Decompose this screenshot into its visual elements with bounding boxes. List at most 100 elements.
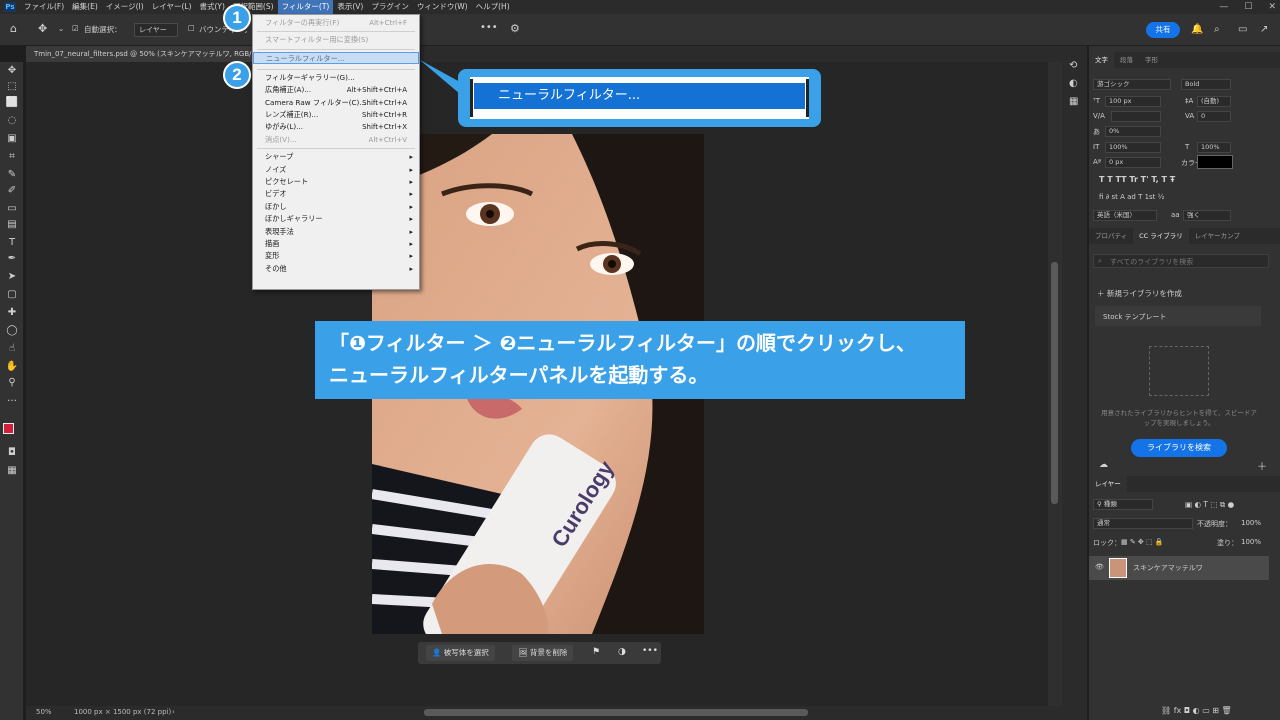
- foreground-color-swatch[interactable]: [3, 423, 14, 434]
- new-library-button[interactable]: ＋ 新規ライブラリを作成: [1097, 288, 1182, 299]
- tab-layer-comps[interactable]: レイヤーカンプ: [1189, 228, 1246, 244]
- text-color-swatch[interactable]: [1197, 155, 1233, 169]
- zoom-tool-icon[interactable]: ⚲: [4, 376, 20, 390]
- remove-background-button[interactable]: 🖼 背景を削除: [512, 645, 574, 661]
- share-button[interactable]: 共有: [1146, 22, 1180, 38]
- smudge-tool-icon[interactable]: ☝: [4, 342, 20, 356]
- filter-menu-item[interactable]: シャープ ▸: [253, 151, 419, 163]
- type-style-buttons[interactable]: T T TT Tr T' T, T Ŧ: [1099, 175, 1175, 184]
- filter-menu-item[interactable]: フィルターギャラリー(G)...: [253, 72, 419, 84]
- context-more-button[interactable]: •••: [642, 646, 658, 656]
- menu-window[interactable]: ウィンドウ(W): [413, 0, 472, 14]
- fill-value[interactable]: 100%: [1241, 538, 1261, 546]
- filter-menu-item[interactable]: 消点(V)... Alt+Ctrl+V: [253, 134, 419, 146]
- filter-menu-item[interactable]: ビデオ ▸: [253, 188, 419, 200]
- hand-tool-icon[interactable]: ✋: [4, 360, 20, 374]
- eraser-tool-icon[interactable]: ▭: [4, 202, 20, 216]
- color-icon[interactable]: ◐: [1069, 78, 1078, 89]
- menu-view[interactable]: 表示(V): [333, 0, 367, 14]
- marquee-tool-icon[interactable]: ⬜: [4, 96, 20, 110]
- gradient-tool-icon[interactable]: ▤: [4, 218, 20, 232]
- kerning-field[interactable]: [1111, 111, 1161, 122]
- rectangle-tool-icon[interactable]: ▢: [4, 288, 20, 302]
- filter-menu-item[interactable]: ゆがみ(L)... Shift+Ctrl+X: [253, 121, 419, 133]
- leading-field[interactable]: (自動): [1197, 96, 1231, 107]
- opentype-buttons[interactable]: fi ∂ st A ad T 1st ½: [1099, 193, 1164, 201]
- menu-file[interactable]: ファイル(F): [20, 0, 68, 14]
- lasso-tool-icon[interactable]: ◌: [4, 114, 20, 128]
- tab-properties[interactable]: プロパティ: [1089, 228, 1133, 244]
- artboard-tool-icon[interactable]: ⬚: [4, 80, 20, 94]
- history-icon[interactable]: ⟲: [1069, 60, 1077, 71]
- adjust-icon[interactable]: ◑: [618, 647, 626, 657]
- object-select-tool-icon[interactable]: ▣: [4, 132, 20, 146]
- bell-icon[interactable]: 🔔: [1191, 24, 1203, 35]
- antialias-select[interactable]: 強く: [1183, 210, 1231, 221]
- library-search-input[interactable]: ⌕ すべてのライブラリを検索: [1093, 254, 1269, 268]
- filter-menu-item[interactable]: ぼかし ▸: [253, 201, 419, 213]
- path-select-tool-icon[interactable]: ➤: [4, 270, 20, 284]
- menu-layer[interactable]: レイヤー(L): [148, 0, 196, 14]
- brush-tool-icon[interactable]: ✐: [4, 184, 20, 198]
- gear-icon[interactable]: ⚙: [510, 22, 520, 35]
- menu-plugins[interactable]: プラグイン: [367, 0, 413, 14]
- filter-menu-item[interactable]: 広角補正(A)... Alt+Shift+Ctrl+A: [253, 84, 419, 96]
- minimize-icon[interactable]: —: [1219, 2, 1228, 12]
- search-libraries-button[interactable]: ライブラリを検索: [1131, 439, 1227, 457]
- swatches-icon[interactable]: ▦: [1069, 96, 1078, 107]
- document-size-info[interactable]: 1000 px × 1500 px (72 ppi): [74, 708, 171, 716]
- select-subject-button[interactable]: 👤 被写体を選択: [426, 645, 495, 661]
- tab-cc-libraries[interactable]: CC ライブラリ: [1133, 228, 1189, 244]
- filter-menu-item[interactable]: ぼかしギャラリー ▸: [253, 213, 419, 225]
- status-arrow-icon[interactable]: ›: [172, 708, 175, 716]
- opacity-value[interactable]: 100%: [1241, 519, 1261, 527]
- vertical-scroll-thumb[interactable]: [1051, 262, 1058, 504]
- layer-kind-filter[interactable]: ⚲ 種類: [1093, 499, 1153, 510]
- move-tool-icon[interactable]: ✥: [4, 64, 20, 78]
- more-options-button[interactable]: •••: [480, 22, 498, 33]
- more-tools-icon[interactable]: …: [4, 392, 20, 406]
- dodge-tool-icon[interactable]: ◯: [4, 324, 20, 338]
- filter-menu-item[interactable]: レンズ補正(R)... Shift+Ctrl+R: [253, 109, 419, 121]
- horizontal-scale-field[interactable]: 100%: [1197, 142, 1231, 153]
- add-icon[interactable]: ＋: [1257, 458, 1267, 473]
- filter-menu-item[interactable]: その他 ▸: [253, 263, 419, 275]
- share-arrow-icon[interactable]: ↗: [1260, 24, 1268, 35]
- layer-select-dropdown[interactable]: レイヤー: [134, 23, 178, 37]
- horizontal-scroll-thumb[interactable]: [424, 709, 808, 716]
- tsume-field[interactable]: 0%: [1105, 126, 1161, 137]
- stock-templates-item[interactable]: Stock テンプレート: [1095, 306, 1261, 326]
- workspace-icon[interactable]: ▭: [1238, 24, 1247, 35]
- vertical-scale-field[interactable]: 100%: [1105, 142, 1161, 153]
- home-icon[interactable]: ⌂: [10, 22, 17, 35]
- lock-icons[interactable]: ▦ ✎ ✥ ⬚ 🔒: [1121, 538, 1164, 546]
- filter-menu-item[interactable]: Camera Raw フィルター(C)... Shift+Ctrl+A: [253, 97, 419, 109]
- menu-item-neural-filters[interactable]: ニューラルフィルター...: [253, 51, 419, 64]
- tracking-field[interactable]: 0: [1197, 111, 1231, 122]
- filter-menu-item[interactable]: ノイズ ▸: [253, 164, 419, 176]
- tab-paragraph[interactable]: 段落: [1114, 52, 1139, 68]
- screen-mode-icon[interactable]: ▦: [4, 464, 20, 478]
- filter-menu-item[interactable]: 変形 ▸: [253, 250, 419, 262]
- filter-menu-item[interactable]: フィルターの再実行(F) Alt+Ctrl+F: [253, 17, 419, 29]
- maximize-icon[interactable]: ☐: [1244, 2, 1252, 12]
- tab-glyphs[interactable]: 字形: [1139, 52, 1164, 68]
- layer-filter-icons[interactable]: ▣ ◐ T ⬚ ⧉ ●: [1185, 500, 1234, 510]
- filter-menu-item[interactable]: 表現手法 ▸: [253, 226, 419, 238]
- pen-tool-icon[interactable]: ✒: [4, 252, 20, 266]
- move-tool-icon[interactable]: ✥: [38, 22, 47, 35]
- menu-filter[interactable]: フィルター(T): [277, 0, 334, 14]
- font-style-select[interactable]: Bold: [1181, 79, 1231, 90]
- document-tab[interactable]: Tmin_07_neural_filters.psd @ 50% (スキンケアマ…: [26, 46, 267, 62]
- crop-tool-icon[interactable]: ⌗: [4, 150, 20, 164]
- auto-select-checkbox[interactable]: ☑: [72, 24, 79, 33]
- chevron-down-icon[interactable]: ⌄: [58, 24, 64, 33]
- layers-footer-icons[interactable]: ⛓ fx ◘ ◐ ▭ ⊞ 🗑: [1161, 706, 1232, 715]
- font-family-select[interactable]: 游ゴシック: [1093, 79, 1171, 90]
- filter-menu-item[interactable]: ピクセレート ▸: [253, 176, 419, 188]
- type-tool-icon[interactable]: T: [4, 236, 20, 250]
- menu-image[interactable]: イメージ(I): [102, 0, 148, 14]
- font-size-field[interactable]: 100 px: [1105, 96, 1161, 107]
- flag-icon[interactable]: ⚑: [592, 647, 600, 657]
- zoom-level[interactable]: 50%: [36, 708, 52, 716]
